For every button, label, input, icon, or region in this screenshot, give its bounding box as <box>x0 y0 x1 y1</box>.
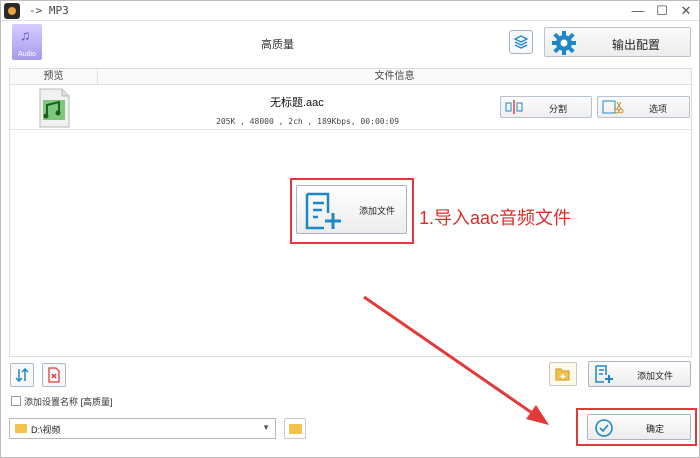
split-label: 分割 <box>549 104 568 114</box>
list-header: 预览 文件信息 <box>10 69 691 85</box>
output-settings-label: 输出配置 <box>612 38 661 52</box>
folder-icon <box>15 424 27 433</box>
file-name: 无标题.aac <box>270 97 324 109</box>
confirm-button[interactable]: 确定 <box>587 414 691 440</box>
remove-file-button[interactable] <box>42 363 66 387</box>
add-file-center-button[interactable]: 添加文件 <box>296 185 407 234</box>
profile-badge-label: Audio <box>18 51 36 58</box>
audio-profile-icon[interactable]: ♫ Audio <box>12 24 42 60</box>
column-file-info: 文件信息 <box>374 71 415 82</box>
music-note-icon: ♫ <box>20 27 31 43</box>
output-path-value: D:\视频 <box>31 425 61 435</box>
split-icon <box>505 100 523 114</box>
add-setting-name-checkbox[interactable] <box>11 396 21 406</box>
chevron-down-icon: ▼ <box>262 423 270 432</box>
confirm-label: 确定 <box>646 424 665 434</box>
maximize-button[interactable]: ☐ <box>651 1 673 21</box>
annotation-text: 1.导入aac音频文件 <box>419 208 572 228</box>
window-title: -> MP3 <box>29 4 69 17</box>
browse-folder-icon <box>289 424 302 434</box>
app-window: -> MP3 — ☐ ✕ ♫ Audio 高质量 输出配置 预览 文件信息 无标… <box>0 0 700 458</box>
add-folder-button[interactable] <box>549 362 577 386</box>
options-scissors-icon <box>602 100 624 114</box>
output-settings-button[interactable]: 输出配置 <box>544 27 691 57</box>
sort-button[interactable] <box>10 363 34 387</box>
file-details: 205K , 48000 , 2ch , 189Kbps, 00:00:09 <box>216 117 400 126</box>
split-button[interactable]: 分割 <box>500 96 592 118</box>
add-file-icon <box>305 192 341 230</box>
header-bar: ♫ Audio 高质量 输出配置 <box>1 22 699 64</box>
table-row[interactable]: 无标题.aac 205K , 48000 , 2ch , 189Kbps, 00… <box>10 86 691 130</box>
title-bar: -> MP3 — ☐ ✕ <box>1 1 699 21</box>
add-folder-icon <box>555 368 570 381</box>
column-preview: 预览 <box>10 69 98 85</box>
options-label: 选项 <box>649 104 668 114</box>
add-file-center-label: 添加文件 <box>359 206 396 216</box>
add-setting-name-label: 添加设置名称 [高质量] <box>24 397 113 407</box>
minimize-button[interactable]: — <box>627 1 649 21</box>
add-file-button[interactable]: 添加文件 <box>588 361 691 387</box>
check-circle-icon <box>595 419 613 437</box>
output-path-dropdown[interactable]: D:\视频 ▼ <box>9 418 276 439</box>
app-logo-icon <box>4 3 20 19</box>
layers-icon <box>513 35 529 49</box>
browse-folder-button[interactable] <box>284 418 306 439</box>
gear-icon <box>552 31 576 55</box>
sort-icon <box>15 367 29 383</box>
audio-file-thumbnail-icon <box>39 88 70 128</box>
close-button[interactable]: ✕ <box>675 1 697 21</box>
quality-label: 高质量 <box>261 39 294 51</box>
options-button[interactable]: 选项 <box>597 96 690 118</box>
layers-button[interactable] <box>509 30 533 54</box>
add-file-small-icon <box>595 365 613 383</box>
remove-file-icon <box>48 367 60 383</box>
add-file-label: 添加文件 <box>637 371 674 381</box>
